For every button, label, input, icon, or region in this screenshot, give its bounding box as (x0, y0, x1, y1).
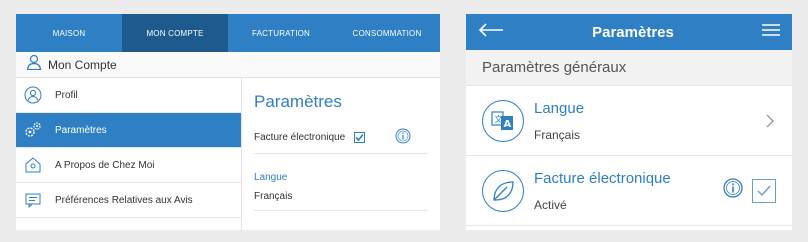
back-arrow-icon[interactable] (478, 22, 504, 42)
user-icon (26, 54, 42, 75)
svg-text:A: A (504, 119, 512, 130)
translate-icon: 文 A (482, 99, 524, 142)
ebill-row: Facture électronique (254, 122, 428, 154)
top-navigation: MAISON MON COMPTE FACTURATION CONSOMMATI… (16, 14, 440, 52)
ebill-label: Facture électronique (254, 132, 346, 143)
user-circle-icon (24, 86, 42, 104)
mobile-header-title: Paramètres (592, 23, 674, 41)
tab-facturation[interactable]: FACTURATION (228, 14, 334, 52)
sidebar-item-profil[interactable]: Profil (16, 78, 241, 113)
mobile-header: Paramètres (466, 14, 792, 50)
info-icon[interactable] (723, 178, 743, 203)
language-value: Français (534, 127, 581, 142)
settings-title: Paramètres (254, 92, 342, 111)
chevron-right-icon (760, 114, 780, 128)
ebill-title: Facture électronique (534, 169, 671, 187)
sidebar-item-parametres[interactable]: Paramètres (16, 113, 241, 148)
hamburger-menu-icon[interactable] (761, 23, 780, 42)
sidebar-item-label: Paramètres (55, 124, 107, 136)
desktop-account-panel: MAISON MON COMPTE FACTURATION CONSOMMATI… (16, 14, 440, 230)
ebill-row: Facture électronique Activé (466, 156, 792, 226)
section-title: Paramètres généraux (466, 50, 792, 86)
ebill-checkbox[interactable] (354, 132, 366, 143)
mobile-settings-panel: Paramètres Paramètres généraux 文 A Langu… (466, 14, 792, 230)
house-icon (24, 156, 42, 174)
notice-icon (24, 191, 42, 209)
account-title: Mon Compte (48, 57, 117, 72)
sidebar-item-label: A Propos de Chez Moi (55, 159, 155, 171)
ebill-checkbox[interactable] (752, 178, 776, 203)
language-title: Langue (534, 99, 585, 117)
account-sidebar: Profil Paramètres A Propos de Chez Moi P… (16, 78, 242, 230)
ebill-status: Activé (534, 197, 567, 212)
language-value[interactable]: Français (254, 191, 428, 211)
gears-icon (24, 121, 42, 139)
tab-mon-compte[interactable]: MON COMPTE (122, 14, 228, 52)
sidebar-item-preferences-avis[interactable]: Préférences Relatives aux Avis (16, 183, 241, 218)
language-row[interactable]: 文 A Langue Français (466, 86, 792, 156)
sidebar-item-label: Profil (55, 89, 78, 101)
info-icon[interactable] (395, 128, 411, 147)
tab-maison[interactable]: MAISON (16, 14, 122, 52)
settings-content: Paramètres Facture électronique Langue F… (242, 78, 440, 230)
tab-consommation[interactable]: CONSOMMATION (334, 14, 440, 52)
sidebar-item-label: Préférences Relatives aux Avis (55, 194, 193, 206)
sidebar-item-a-propos[interactable]: A Propos de Chez Moi (16, 148, 241, 183)
language-label: Langue (254, 172, 288, 183)
leaf-icon (482, 169, 524, 212)
account-header: Mon Compte (16, 52, 440, 78)
